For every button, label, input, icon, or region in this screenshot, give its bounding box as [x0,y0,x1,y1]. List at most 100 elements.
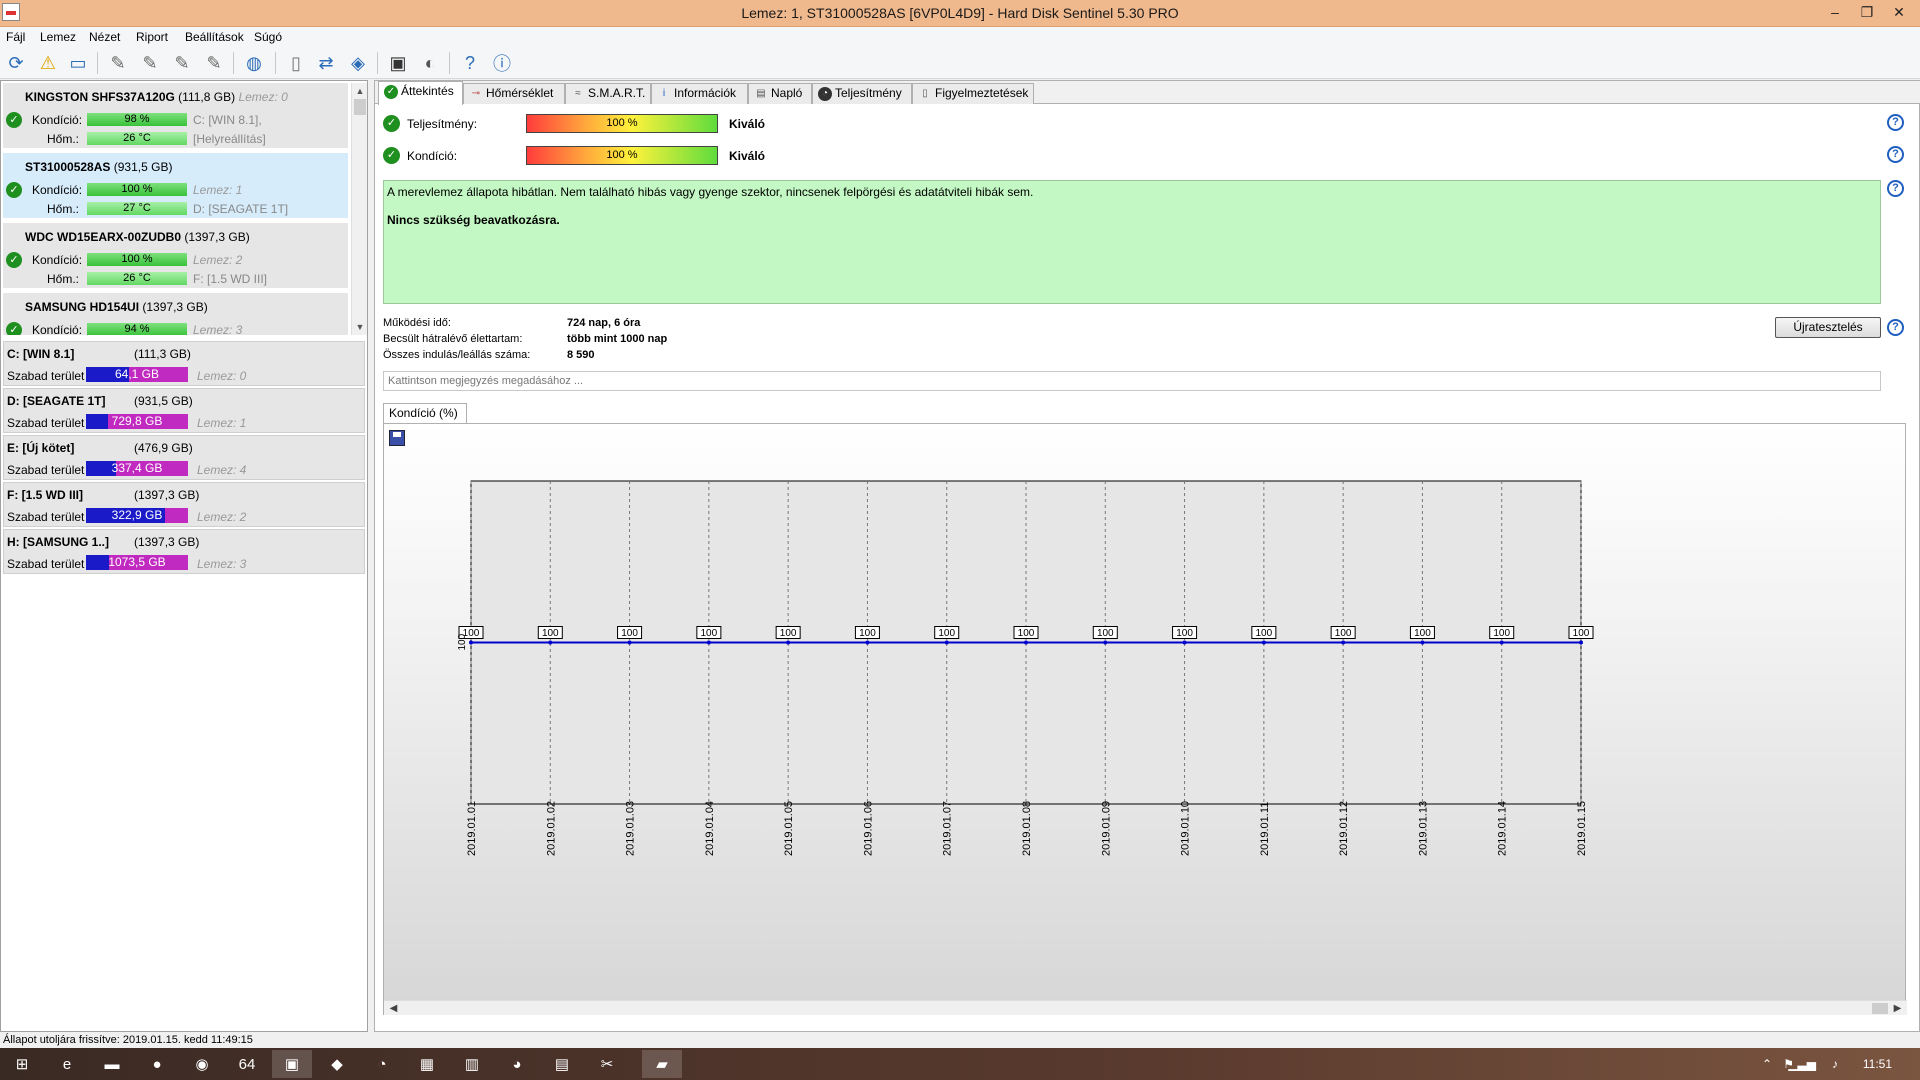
refresh-icon[interactable]: ⟳ [3,50,29,76]
check-icon: ✓ [6,322,22,335]
scroll-left-icon[interactable]: ◀ [386,1001,401,1016]
menu-file[interactable]: Fájl [6,30,25,44]
app-64-icon[interactable]: 64 [227,1050,267,1078]
disk-info: [Helyreállítás] [193,132,266,146]
menu-disk[interactable]: Lemez [40,30,76,44]
speaker-icon[interactable]: ◐ [417,50,443,76]
disk-item[interactable]: KINGSTON SHFS37A120G (111,8 GB) Lemez: 0… [3,83,348,150]
network-signal-icon[interactable]: ▁▃▅ [1788,1057,1816,1071]
minimize-button[interactable]: – [1820,2,1850,22]
ie-icon[interactable]: e [47,1050,87,1078]
save-app-icon[interactable]: ▣ [272,1050,312,1078]
help-icon[interactable]: ? [457,50,483,76]
menu-view[interactable]: Nézet [89,30,120,44]
condition-label: Kondíció: [32,253,83,267]
disk-size: (1397,3 GB) [184,230,250,244]
notes-icon[interactable]: ▤ [542,1050,582,1078]
data-label: 100 [1018,628,1035,639]
free-space-bar: 322,9 GB [86,508,188,523]
menu-report[interactable]: Riport [136,30,168,44]
volume-item[interactable]: F: [1.5 WD III] (1397,3 GB) Szabad terül… [3,482,365,527]
disk-name: ST31000528AS [25,160,111,174]
maximize-button[interactable]: ❐ [1852,2,1882,22]
close-button[interactable]: ✕ [1884,2,1914,22]
volume-disk-number: Lemez: 0 [197,369,247,383]
globe-icon[interactable]: ◍ [241,50,267,76]
disk-info: D: [SEAGATE 1T] [193,202,289,216]
tool-icon[interactable]: ✎ [105,50,131,76]
tool-icon[interactable]: ✂ [587,1050,627,1078]
scroll-down-icon[interactable]: ▼ [352,319,368,335]
media-icon[interactable]: ◔ [362,1050,402,1078]
x-tick-label: 2019.01.14 [1497,801,1509,856]
help-icon[interactable]: ? [1887,319,1904,336]
thermometer-icon: ⊸ [471,88,481,99]
performance-label: Teljesítmény: [407,117,478,131]
volume-item[interactable]: E: [Új kötet] (476,9 GB) Szabad terület … [3,435,365,480]
chrome-icon[interactable]: ◉ [182,1050,222,1078]
graph-tab[interactable]: Kondíció (%) [383,403,467,424]
disk-info: C: [WIN 8.1], [193,113,262,127]
volume-icon[interactable]: ♪ [1832,1057,1838,1071]
tab-overview[interactable]: ✓ Áttekintés [378,81,463,105]
volume-item[interactable]: H: [SAMSUNG 1..] (1397,3 GB) Szabad terü… [3,529,365,574]
tool-icon[interactable]: ✎ [137,50,163,76]
info-icon[interactable]: ⓘ [489,50,515,76]
monitor-icon[interactable]: ▣ [385,50,411,76]
free-space-bar: 729,8 GB [86,414,188,429]
help-icon[interactable]: ? [1887,180,1904,197]
graph-scrollbar[interactable]: ◀ ▶ [384,1000,1907,1015]
scroll-thumb[interactable] [354,99,366,115]
tool-icon[interactable]: ✎ [169,50,195,76]
document-icon[interactable]: ▯ [283,50,309,76]
disk-list-scrollbar[interactable]: ▲ ▼ [351,83,367,335]
calc-icon[interactable]: ▥ [452,1050,492,1078]
hd-sentinel-icon[interactable]: ▰ [642,1050,682,1078]
expand-tray-icon[interactable]: ⌃ [1762,1057,1772,1071]
volume-item[interactable]: C: [WIN 8.1] (111,3 GB) Szabad terület 6… [3,341,365,386]
toolbar: ⟳ ⚠ ▭ ✎ ✎ ✎ ✎ ◍ ▯ ⇄ ◈ ▣ ◐ ? ⓘ [0,47,1920,79]
app-icon[interactable]: ◕ [497,1050,537,1078]
tab-alerts[interactable]: ▯ Figyelmeztetések [912,83,1034,104]
menu-help[interactable]: Súgó [254,30,282,44]
menu-settings[interactable]: Beállítások [185,30,244,44]
tab-smart[interactable]: ≈ S.M.A.R.T. [565,83,651,104]
tab-information[interactable]: ⅰ Információk [651,83,748,104]
explorer-icon[interactable]: ▬ [92,1050,132,1078]
paint-icon[interactable]: ◆ [317,1050,357,1078]
network-icon[interactable]: ◈ [345,50,371,76]
data-point [865,640,870,645]
x-tick-label: 2019.01.01 [466,801,478,856]
disk-item[interactable]: SAMSUNG HD154UI (1397,3 GB) ✓ Kondíció: 94… [3,293,348,335]
tool-icon[interactable]: ✎ [201,50,227,76]
tab-performance[interactable]: ◔ Teljesítmény [812,83,912,104]
left-pane: KINGSTON SHFS37A120G (111,8 GB) Lemez: 0… [0,80,368,1032]
tab-label: Figyelmeztetések [935,86,1029,100]
opera-icon[interactable]: ● [137,1050,177,1078]
windows-start-icon[interactable]: ⊞ [2,1050,42,1078]
note-input[interactable]: Kattintson megjegyzés megadásához ... [383,371,1881,391]
sync-icon[interactable]: ⇄ [313,50,339,76]
x-tick-label: 2019.01.05 [783,801,795,856]
disk-item[interactable]: ST31000528AS (931,5 GB) ✓ Kondíció: 100 % L… [3,153,348,220]
x-tick-label: 2019.01.15 [1576,801,1588,856]
disk-item[interactable]: WDC WD15EARX-00ZUDB0 (1397,3 GB) ✓ Kondíc… [3,223,348,290]
scroll-right-icon[interactable]: ▶ [1890,1001,1905,1016]
scroll-thumb[interactable] [1872,1003,1888,1014]
help-icon[interactable]: ? [1887,146,1904,163]
volume-name: C: [WIN 8.1] [7,347,75,361]
scroll-up-icon[interactable]: ▲ [352,83,368,99]
data-point [706,640,711,645]
tab-log[interactable]: ▤ Napló [748,83,812,104]
retest-button[interactable]: Újratesztelés [1775,317,1881,338]
app-icon[interactable]: ▦ [407,1050,447,1078]
help-icon[interactable]: ? [1887,114,1904,131]
condition-rating: Kiváló [729,149,766,163]
warning-icon[interactable]: ⚠ [35,50,61,76]
disk-icon[interactable]: ▭ [65,50,91,76]
temperature-bar: 26 °C [87,272,187,285]
tab-temperature[interactable]: ⊸ Hőmérséklet [463,83,565,104]
clock[interactable]: 11:51 [1863,1057,1892,1071]
volume-item[interactable]: D: [SEAGATE 1T] (931,5 GB) Szabad terüle… [3,388,365,433]
disk-info: F: [1.5 WD III] [193,272,268,286]
